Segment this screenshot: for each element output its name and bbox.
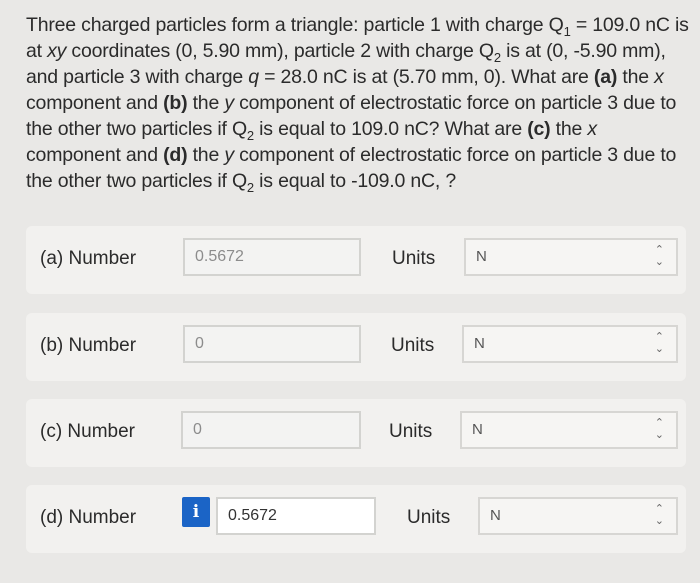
problem-text: the (617, 66, 655, 88)
problem-bold: (a) (593, 66, 618, 88)
problem-italic: y (224, 144, 234, 166)
subscript: 1 (563, 23, 571, 39)
part-a-row: (a) Number 0.5672 Units N ⌃ ⌄ (26, 226, 686, 294)
part-c-row: (c) Number 0 Units N ⌃ ⌄ (26, 399, 686, 467)
part-d-row: (d) Number i 0.5672 Units N ⌃ ⌄ (26, 485, 686, 553)
problem-bold: (c) (527, 118, 551, 140)
part-d-units-label: Units (407, 507, 451, 528)
chevron-up-down-icon: ⌃ ⌄ (654, 331, 664, 355)
part-b-label: (b) Number (40, 335, 137, 356)
part-b-unit-value: N (474, 335, 485, 352)
part-c-units-label: Units (389, 421, 433, 442)
problem-italic: q (248, 66, 259, 88)
part-c-label: (c) Number (40, 421, 136, 442)
problem-bold: (d) (163, 144, 188, 166)
part-c-units-select[interactable]: N ⌃ ⌄ (460, 411, 678, 449)
part-d-number-input[interactable]: 0.5672 (216, 497, 376, 535)
chevron-up-down-icon: ⌃ ⌄ (654, 417, 664, 441)
problem-italic: y (224, 92, 234, 114)
part-d-label: (d) Number (40, 507, 137, 528)
part-a-units-label: Units (392, 248, 436, 269)
chevron-up-down-icon: ⌃ ⌄ (654, 244, 664, 268)
subscript: 2 (246, 179, 254, 195)
question-page: Three charged particles form a triangle:… (0, 0, 700, 583)
subscript: 2 (246, 127, 254, 143)
part-a-units-select[interactable]: N ⌃ ⌄ (464, 238, 678, 276)
problem-text: the (550, 118, 588, 140)
part-b-units-select[interactable]: N ⌃ ⌄ (462, 325, 678, 363)
chevron-up-down-icon: ⌃ ⌄ (654, 503, 664, 527)
problem-text: is equal to 109.0 nC? What are (253, 118, 528, 140)
part-a-number-input[interactable]: 0.5672 (183, 238, 361, 276)
problem-text: component and (26, 144, 164, 166)
problem-text: is equal to -109.0 nC, ? (253, 170, 456, 192)
info-icon[interactable]: i (182, 497, 210, 527)
part-c-unit-value: N (472, 421, 483, 438)
part-d-units-select[interactable]: N ⌃ ⌄ (478, 497, 678, 535)
problem-text: coordinates (0, 5.90 mm), particle 2 wit… (66, 40, 494, 62)
problem-text: = 28.0 nC is at (5.70 mm, 0). What are (258, 66, 594, 88)
part-b-units-label: Units (391, 335, 435, 356)
problem-italic: xy (47, 40, 67, 62)
problem-text: the (187, 144, 225, 166)
part-b-row: (b) Number 0 Units N ⌃ ⌄ (26, 313, 686, 381)
problem-statement: Three charged particles form a triangle:… (26, 12, 694, 194)
part-a-label: (a) Number (40, 248, 137, 269)
part-d-unit-value: N (490, 507, 501, 524)
part-b-number-input[interactable]: 0 (183, 325, 361, 363)
part-c-number-input[interactable]: 0 (181, 411, 361, 449)
problem-text: Three charged particles form a triangle:… (26, 14, 564, 36)
subscript: 2 (493, 49, 501, 65)
problem-text: component and (26, 92, 164, 114)
problem-text: the (187, 92, 225, 114)
part-a-unit-value: N (476, 248, 487, 265)
problem-bold: (b) (163, 92, 188, 114)
problem-italic: x (587, 118, 597, 140)
problem-italic: x (654, 66, 664, 88)
